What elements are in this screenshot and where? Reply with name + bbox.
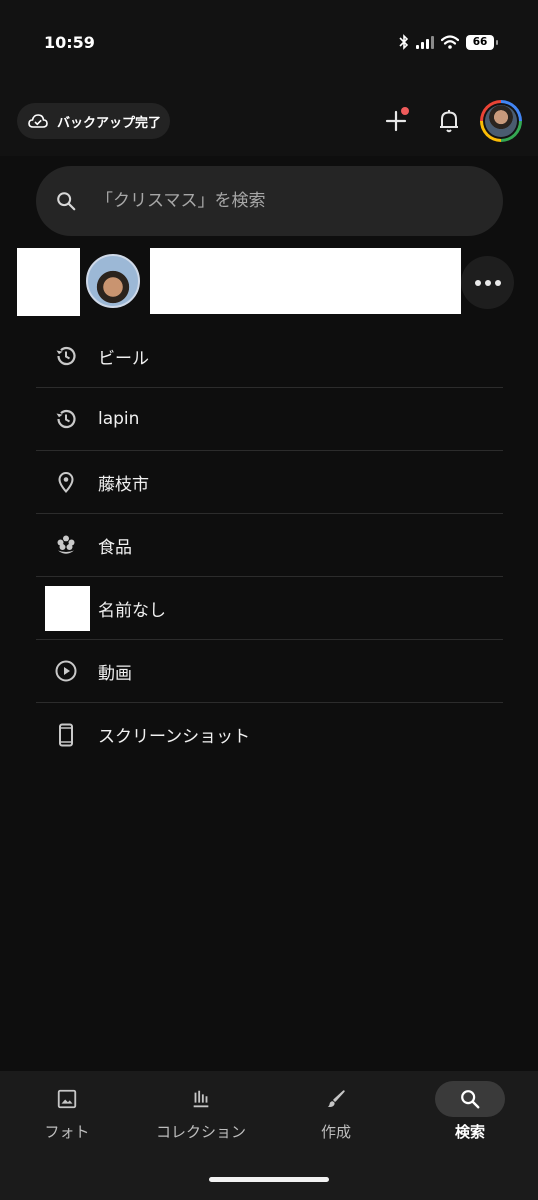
collections-icon	[193, 1090, 209, 1108]
search-icon	[461, 1090, 480, 1109]
person-face-thumbnail[interactable]	[86, 254, 140, 308]
flower-icon	[57, 535, 75, 554]
nav-label-collections: コレクション	[155, 1123, 246, 1141]
search-input[interactable]	[94, 190, 478, 212]
search-icon	[57, 192, 76, 211]
people-row	[0, 247, 538, 317]
account-photo	[485, 105, 517, 137]
top-app-bar: バックアップ完了	[0, 88, 538, 156]
suggestion-item[interactable]: 藤枝市	[36, 451, 503, 514]
suggestion-list: ビール lapin 藤枝市 食品 名前なし 動画 スクリーンショット	[36, 325, 503, 766]
bell-icon[interactable]	[437, 108, 461, 134]
suggestion-item[interactable]: 食品	[36, 514, 503, 577]
battery-icon: 66	[466, 34, 498, 50]
home-indicator	[209, 1177, 329, 1182]
nav-item-create[interactable]: 作成	[269, 1071, 403, 1142]
suggestion-item[interactable]: ビール	[36, 325, 503, 388]
nav-label-create: 作成	[320, 1123, 351, 1141]
redacted-person-thumbnail[interactable]	[17, 248, 80, 316]
nav-item-photos[interactable]: フォト	[0, 1071, 134, 1142]
redacted-thumbnail	[45, 586, 90, 631]
backup-status-label: バックアップ完了	[57, 115, 162, 131]
backup-status-button[interactable]: バックアップ完了	[17, 103, 170, 139]
suggestion-label: 名前なし	[98, 600, 166, 621]
nav-item-collections[interactable]: コレクション	[134, 1071, 268, 1142]
account-avatar[interactable]	[480, 100, 522, 142]
photo-icon	[57, 1089, 77, 1109]
status-time: 10:59	[44, 33, 95, 52]
suggestion-label: 食品	[98, 537, 132, 558]
brush-icon	[327, 1090, 345, 1108]
cloud-check-icon	[28, 114, 48, 128]
notification-dot	[401, 107, 409, 115]
suggestion-label: 動画	[98, 663, 132, 684]
history-icon	[56, 346, 76, 366]
status-icons: 66	[399, 34, 498, 50]
phone-icon	[59, 723, 73, 746]
redacted-people-strip	[150, 248, 461, 314]
wifi-icon	[441, 35, 459, 49]
suggestion-item[interactable]: 動画	[36, 640, 503, 703]
suggestion-label: スクリーンショット	[98, 727, 251, 747]
more-horizontal-icon[interactable]	[461, 256, 514, 309]
suggestion-label: lapin	[98, 409, 140, 429]
play-circle-icon	[55, 660, 77, 682]
nav-label-photos: フォト	[44, 1123, 90, 1141]
bluetooth-icon	[399, 34, 409, 50]
signal-icon	[416, 35, 434, 49]
nav-label-search: 検索	[454, 1123, 485, 1141]
suggestion-item[interactable]: lapin	[36, 388, 503, 451]
location-pin-icon	[58, 472, 74, 494]
nav-item-search[interactable]: 検索	[403, 1071, 537, 1142]
history-icon	[56, 409, 76, 429]
suggestion-item[interactable]: スクリーンショット	[36, 703, 503, 766]
search-bar[interactable]	[36, 166, 503, 236]
suggestion-label: ビール	[98, 348, 149, 369]
suggestion-item[interactable]: 名前なし	[36, 577, 503, 640]
suggestion-label: 藤枝市	[98, 474, 149, 495]
status-bar: 10:59 66	[0, 0, 538, 88]
